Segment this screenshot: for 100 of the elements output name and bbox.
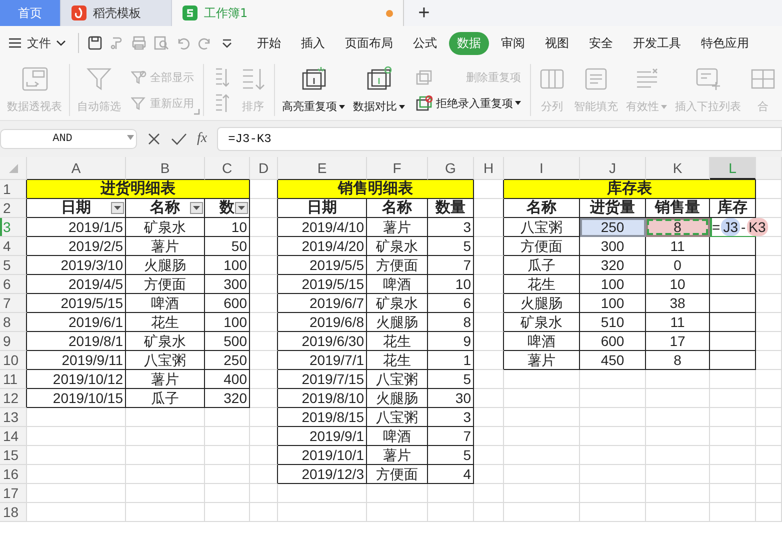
print-preview-icon[interactable] bbox=[153, 35, 169, 51]
dialog-launcher-icon[interactable] bbox=[193, 108, 200, 115]
table-cell: 450 bbox=[580, 351, 646, 370]
column-header[interactable]: H bbox=[474, 157, 504, 180]
table-cell: 2019/6/8 bbox=[278, 313, 367, 332]
table-cell: 250 bbox=[580, 218, 646, 237]
menu-tab[interactable]: 公式 bbox=[405, 32, 445, 54]
table-cell: 花生 bbox=[367, 351, 428, 370]
document-tab[interactable]: 稻壳模板 bbox=[61, 0, 172, 26]
row-header[interactable]: 7 bbox=[0, 294, 27, 313]
stacked-cards-icon bbox=[365, 66, 393, 92]
row-header[interactable]: 18 bbox=[0, 503, 27, 522]
filter-button[interactable] bbox=[190, 202, 203, 214]
column-header[interactable]: J bbox=[580, 157, 646, 180]
check-icon[interactable] bbox=[171, 132, 187, 146]
row-header[interactable]: 13 bbox=[0, 408, 27, 427]
table-cell: 八宝粥 bbox=[126, 351, 205, 370]
table-cell: 10 bbox=[428, 275, 474, 294]
file-menu-button[interactable]: 文件 bbox=[4, 34, 70, 52]
table-cell: 7 bbox=[428, 427, 474, 446]
insert-function-button[interactable]: fx bbox=[197, 131, 208, 147]
column-heading: 名称 bbox=[504, 199, 580, 218]
table-cell: 2019/10/1 bbox=[278, 446, 367, 465]
table-cell: 320 bbox=[580, 256, 646, 275]
save-icon[interactable] bbox=[87, 35, 103, 51]
stacked-cards-icon bbox=[415, 69, 433, 85]
table-cell: 薯片 bbox=[367, 446, 428, 465]
row-header[interactable]: 8 bbox=[0, 313, 27, 332]
table-cell: 方便面 bbox=[504, 237, 580, 256]
table-cell: 7 bbox=[428, 256, 474, 275]
column-header[interactable]: B bbox=[126, 157, 205, 180]
table-cell: 2019/1/5 bbox=[27, 218, 126, 237]
table-cell: 薯片 bbox=[126, 237, 205, 256]
table-cell: 9 bbox=[428, 332, 474, 351]
close-icon[interactable] bbox=[147, 132, 161, 146]
column-heading: 名称 bbox=[367, 199, 428, 218]
table-cell: 600 bbox=[580, 332, 646, 351]
row-header[interactable]: 16 bbox=[0, 465, 27, 484]
ribbon-button[interactable]: 高亮重复项 bbox=[278, 64, 349, 116]
name-box[interactable]: AND bbox=[0, 129, 137, 149]
row-header[interactable]: 4 bbox=[0, 237, 27, 256]
column-header[interactable]: A bbox=[27, 157, 126, 180]
column-header[interactable]: C bbox=[205, 157, 250, 180]
column-header[interactable]: I bbox=[504, 157, 580, 180]
menu-tab[interactable]: 开发工具 bbox=[625, 32, 689, 54]
row-header[interactable]: 1 bbox=[0, 180, 27, 199]
print-icon[interactable] bbox=[131, 35, 147, 51]
table-cell: 8 bbox=[646, 218, 710, 237]
table-cell: 矿泉水 bbox=[504, 313, 580, 332]
row-header[interactable]: 2 bbox=[0, 199, 27, 218]
filter-button[interactable] bbox=[235, 202, 248, 214]
select-all-icon[interactable] bbox=[8, 164, 18, 173]
column-header[interactable]: K bbox=[646, 157, 710, 180]
caret-icon bbox=[193, 206, 200, 210]
column-header[interactable]: E bbox=[278, 157, 367, 180]
table-cell: 300 bbox=[205, 275, 250, 294]
table-cell: 瓜子 bbox=[126, 389, 205, 408]
row-header[interactable]: 11 bbox=[0, 370, 27, 389]
row-header[interactable]: 5 bbox=[0, 256, 27, 275]
table-cell: 火腿肠 bbox=[504, 294, 580, 313]
menu-tab[interactable]: 审阅 bbox=[493, 32, 533, 54]
table-cell: 10 bbox=[646, 275, 710, 294]
table-cell: 510 bbox=[580, 313, 646, 332]
ribbon-button[interactable]: 拒绝录入重复项 bbox=[412, 93, 524, 113]
new-tab-button[interactable]: + bbox=[404, 0, 444, 26]
table-cell: 100 bbox=[205, 313, 250, 332]
list-plus-icon bbox=[694, 66, 722, 92]
column-header[interactable]: D bbox=[250, 157, 278, 180]
table-cell: 火腿肠 bbox=[367, 389, 428, 408]
column-header[interactable]: G bbox=[428, 157, 474, 180]
table-cell: 5 bbox=[428, 237, 474, 256]
menu-tab[interactable]: 插入 bbox=[293, 32, 333, 54]
filter-button[interactable] bbox=[111, 202, 124, 214]
table-cell: 方便面 bbox=[126, 275, 205, 294]
column-header[interactable]: F bbox=[367, 157, 428, 180]
menu-tab[interactable]: 开始 bbox=[249, 32, 289, 54]
row-header[interactable]: 10 bbox=[0, 351, 27, 370]
formula-field[interactable]: =J3-K3 bbox=[217, 127, 782, 151]
table-cell: 500 bbox=[205, 332, 250, 351]
ribbon-button[interactable]: 数据对比 bbox=[349, 64, 409, 116]
row-header[interactable]: 14 bbox=[0, 427, 27, 446]
menu-tab[interactable]: 安全 bbox=[581, 32, 621, 54]
table-cell: 2019/10/15 bbox=[27, 389, 126, 408]
menu-tab[interactable]: 特色应用 bbox=[693, 32, 757, 54]
menu-tab[interactable]: 页面布局 bbox=[337, 32, 401, 54]
table-cell: 10 bbox=[205, 218, 250, 237]
table-cell: 2019/5/5 bbox=[278, 256, 367, 275]
table-cell: 2019/5/15 bbox=[278, 275, 367, 294]
cell-formula[interactable]: = J3 - K3 bbox=[712, 218, 770, 236]
row-header[interactable]: 9 bbox=[0, 332, 27, 351]
row-header[interactable]: 15 bbox=[0, 446, 27, 465]
row-header[interactable]: 12 bbox=[0, 389, 27, 408]
table-cell: 30 bbox=[428, 389, 474, 408]
table-cell: 薯片 bbox=[367, 218, 428, 237]
table-cell: 花生 bbox=[367, 332, 428, 351]
tab-label: 工作簿1 bbox=[204, 4, 248, 22]
row-header[interactable]: 6 bbox=[0, 275, 27, 294]
table-cell: 火腿肠 bbox=[367, 313, 428, 332]
row-header[interactable]: 17 bbox=[0, 484, 27, 503]
menu-tab[interactable]: 视图 bbox=[537, 32, 577, 54]
